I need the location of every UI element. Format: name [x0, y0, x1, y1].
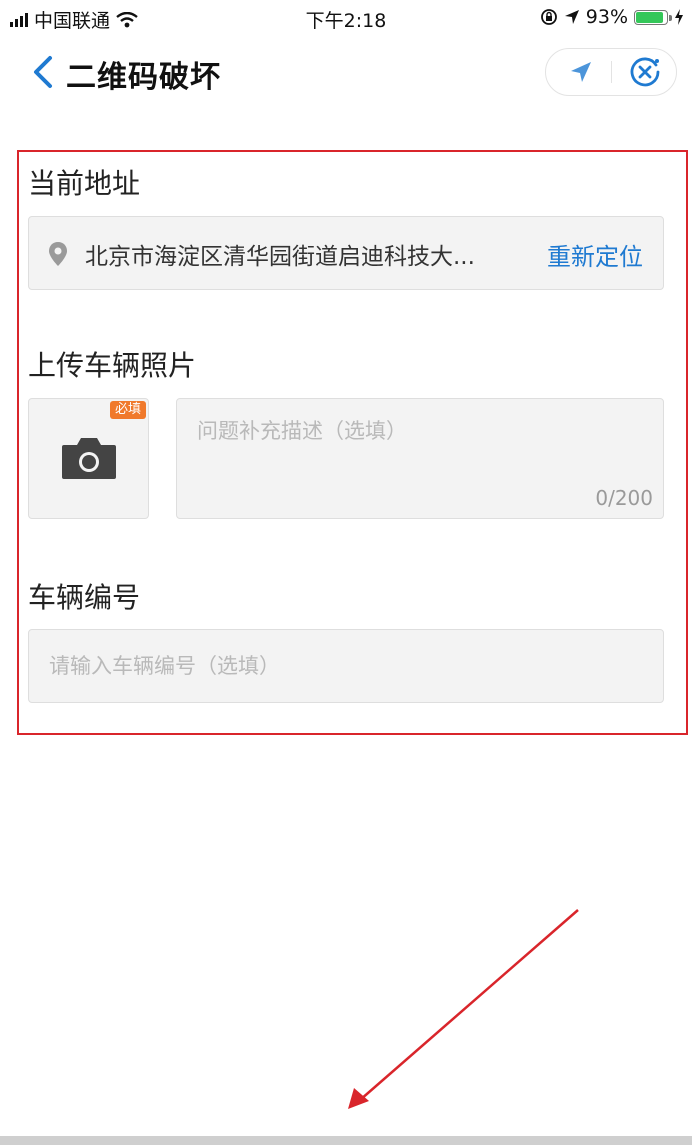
bottom-strip: [0, 1136, 692, 1145]
annotation-arrow: [348, 909, 579, 1109]
